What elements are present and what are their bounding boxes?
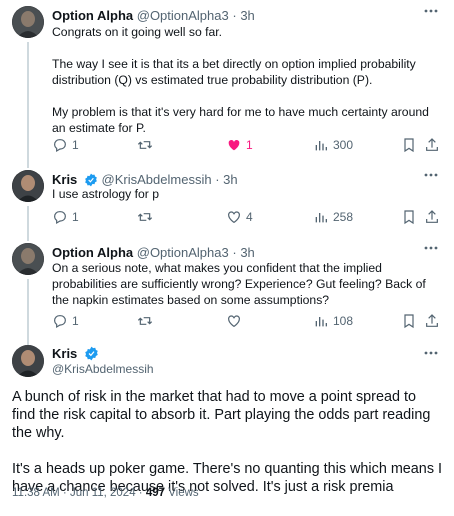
retweet-icon xyxy=(137,213,153,221)
author-handle[interactable]: @KrisAbdelmessih xyxy=(52,362,154,376)
main-author-name-row: Kris xyxy=(52,346,99,361)
views-count: 497 xyxy=(145,487,166,499)
tweet-text: On a serious note, what makes you confid… xyxy=(52,260,444,308)
author-handle[interactable]: @KrisAbdelmessih xyxy=(102,172,212,187)
reply-button[interactable]: 1 xyxy=(52,207,79,227)
reply-count: 1 xyxy=(72,138,79,152)
like-button[interactable]: 4 xyxy=(226,207,253,227)
like-button[interactable]: 1 xyxy=(226,135,253,155)
retweet-button[interactable] xyxy=(136,207,158,227)
tweet-header: Option Alpha @OptionAlpha3 · 3h xyxy=(52,8,255,24)
avatar[interactable] xyxy=(12,243,44,275)
views-button[interactable]: 258 xyxy=(313,207,353,227)
reply-tweet-3[interactable]: Option Alpha @OptionAlpha3 · 3h On a ser… xyxy=(0,237,454,337)
more-icon[interactable] xyxy=(422,346,440,360)
more-icon[interactable] xyxy=(422,4,440,18)
tweet-header: Option Alpha @OptionAlpha3 · 3h xyxy=(52,245,255,261)
verified-badge-icon xyxy=(85,346,98,361)
views-button[interactable]: 108 xyxy=(313,311,353,331)
retweet-icon xyxy=(137,317,153,325)
reply-button[interactable]: 1 xyxy=(52,135,79,155)
thread-line xyxy=(27,42,29,168)
avatar[interactable] xyxy=(12,345,44,377)
more-icon[interactable] xyxy=(422,241,440,255)
reply-tweet-1[interactable]: Option Alpha @OptionAlpha3 · 3h Congrats… xyxy=(0,0,454,160)
avatar[interactable] xyxy=(12,170,44,202)
tweet-text: Congrats on it going well so far. The wa… xyxy=(52,24,444,136)
reply-icon xyxy=(54,315,66,329)
share-icon xyxy=(426,314,438,327)
views-icon xyxy=(315,317,327,327)
author-handle[interactable]: @OptionAlpha3 xyxy=(137,245,229,260)
thread-line xyxy=(27,279,29,345)
like-count: 4 xyxy=(246,210,253,224)
tweet-paragraph: On a serious note, what makes you confid… xyxy=(52,261,426,307)
views-count: 258 xyxy=(333,210,354,224)
bookmark-icon xyxy=(404,138,414,153)
views-icon xyxy=(315,213,327,223)
share-button[interactable] xyxy=(424,207,440,227)
reply-count: 1 xyxy=(72,314,79,328)
action-bar: 1 108 xyxy=(48,311,444,331)
tweet-paragraph: The way I see it is that its a bet direc… xyxy=(52,57,416,87)
bookmark-button[interactable] xyxy=(401,135,417,155)
separator-dot: · xyxy=(232,8,237,23)
bookmark-button[interactable] xyxy=(401,311,417,331)
views-label: Views xyxy=(165,487,199,499)
share-icon xyxy=(426,138,438,151)
separator-dot: · xyxy=(232,245,237,260)
reply-count: 1 xyxy=(72,210,79,224)
retweet-icon xyxy=(137,141,153,149)
verified-badge-icon xyxy=(85,173,97,187)
main-tweet-text: A bunch of risk in the market that had t… xyxy=(12,388,442,496)
tweet-text: I use astrology for p xyxy=(52,186,444,202)
share-button[interactable] xyxy=(424,311,440,331)
action-bar: 1 1 300 xyxy=(48,135,444,155)
views-icon xyxy=(315,141,327,151)
views-count: 108 xyxy=(333,314,354,328)
author-name[interactable]: Option Alpha xyxy=(52,245,133,260)
author-name[interactable]: Kris xyxy=(52,172,77,187)
author-name[interactable]: Option Alpha xyxy=(52,8,133,23)
share-icon xyxy=(426,210,438,223)
tweet-meta: 11:38 AM · Jun 11, 2024 · 497 Views xyxy=(12,487,199,499)
action-bar: 1 4 258 xyxy=(48,207,444,227)
separator-dot: · xyxy=(215,172,220,187)
bookmark-icon xyxy=(404,314,414,329)
avatar[interactable] xyxy=(12,6,44,38)
tweet-time[interactable]: 3h xyxy=(240,245,254,260)
like-icon xyxy=(228,211,240,224)
bookmark-icon xyxy=(404,210,414,225)
tweet-paragraph: A bunch of risk in the market that had t… xyxy=(12,389,431,441)
tweet-paragraph: I use astrology for p xyxy=(52,187,160,201)
views-count: 300 xyxy=(333,138,354,152)
reply-button[interactable]: 1 xyxy=(52,311,79,331)
retweet-button[interactable] xyxy=(136,135,158,155)
retweet-button[interactable] xyxy=(136,311,158,331)
thread-line xyxy=(27,206,29,241)
tweet-time[interactable]: 3h xyxy=(240,8,254,23)
like-count: 1 xyxy=(246,138,253,152)
tweet-timestamp[interactable]: 11:38 AM · Jun 11, 2024 · xyxy=(12,487,146,499)
reply-icon xyxy=(54,139,66,153)
author-name[interactable]: Kris xyxy=(52,346,77,361)
reply-icon xyxy=(54,211,66,225)
tweet-paragraph: Congrats on it going well so far. xyxy=(52,25,223,39)
views-button[interactable]: 300 xyxy=(313,135,353,155)
more-icon[interactable] xyxy=(422,168,440,182)
author-handle[interactable]: @OptionAlpha3 xyxy=(137,8,229,23)
reply-tweet-2[interactable]: Kris @KrisAbdelmessih · 3h I use astrolo… xyxy=(0,164,454,236)
tweet-time[interactable]: 3h xyxy=(223,172,237,187)
like-button[interactable] xyxy=(226,311,246,331)
like-icon xyxy=(228,315,240,328)
bookmark-button[interactable] xyxy=(401,207,417,227)
like-icon xyxy=(228,139,240,151)
tweet-paragraph: My problem is that it's very hard for me… xyxy=(52,105,429,135)
share-button[interactable] xyxy=(424,135,440,155)
